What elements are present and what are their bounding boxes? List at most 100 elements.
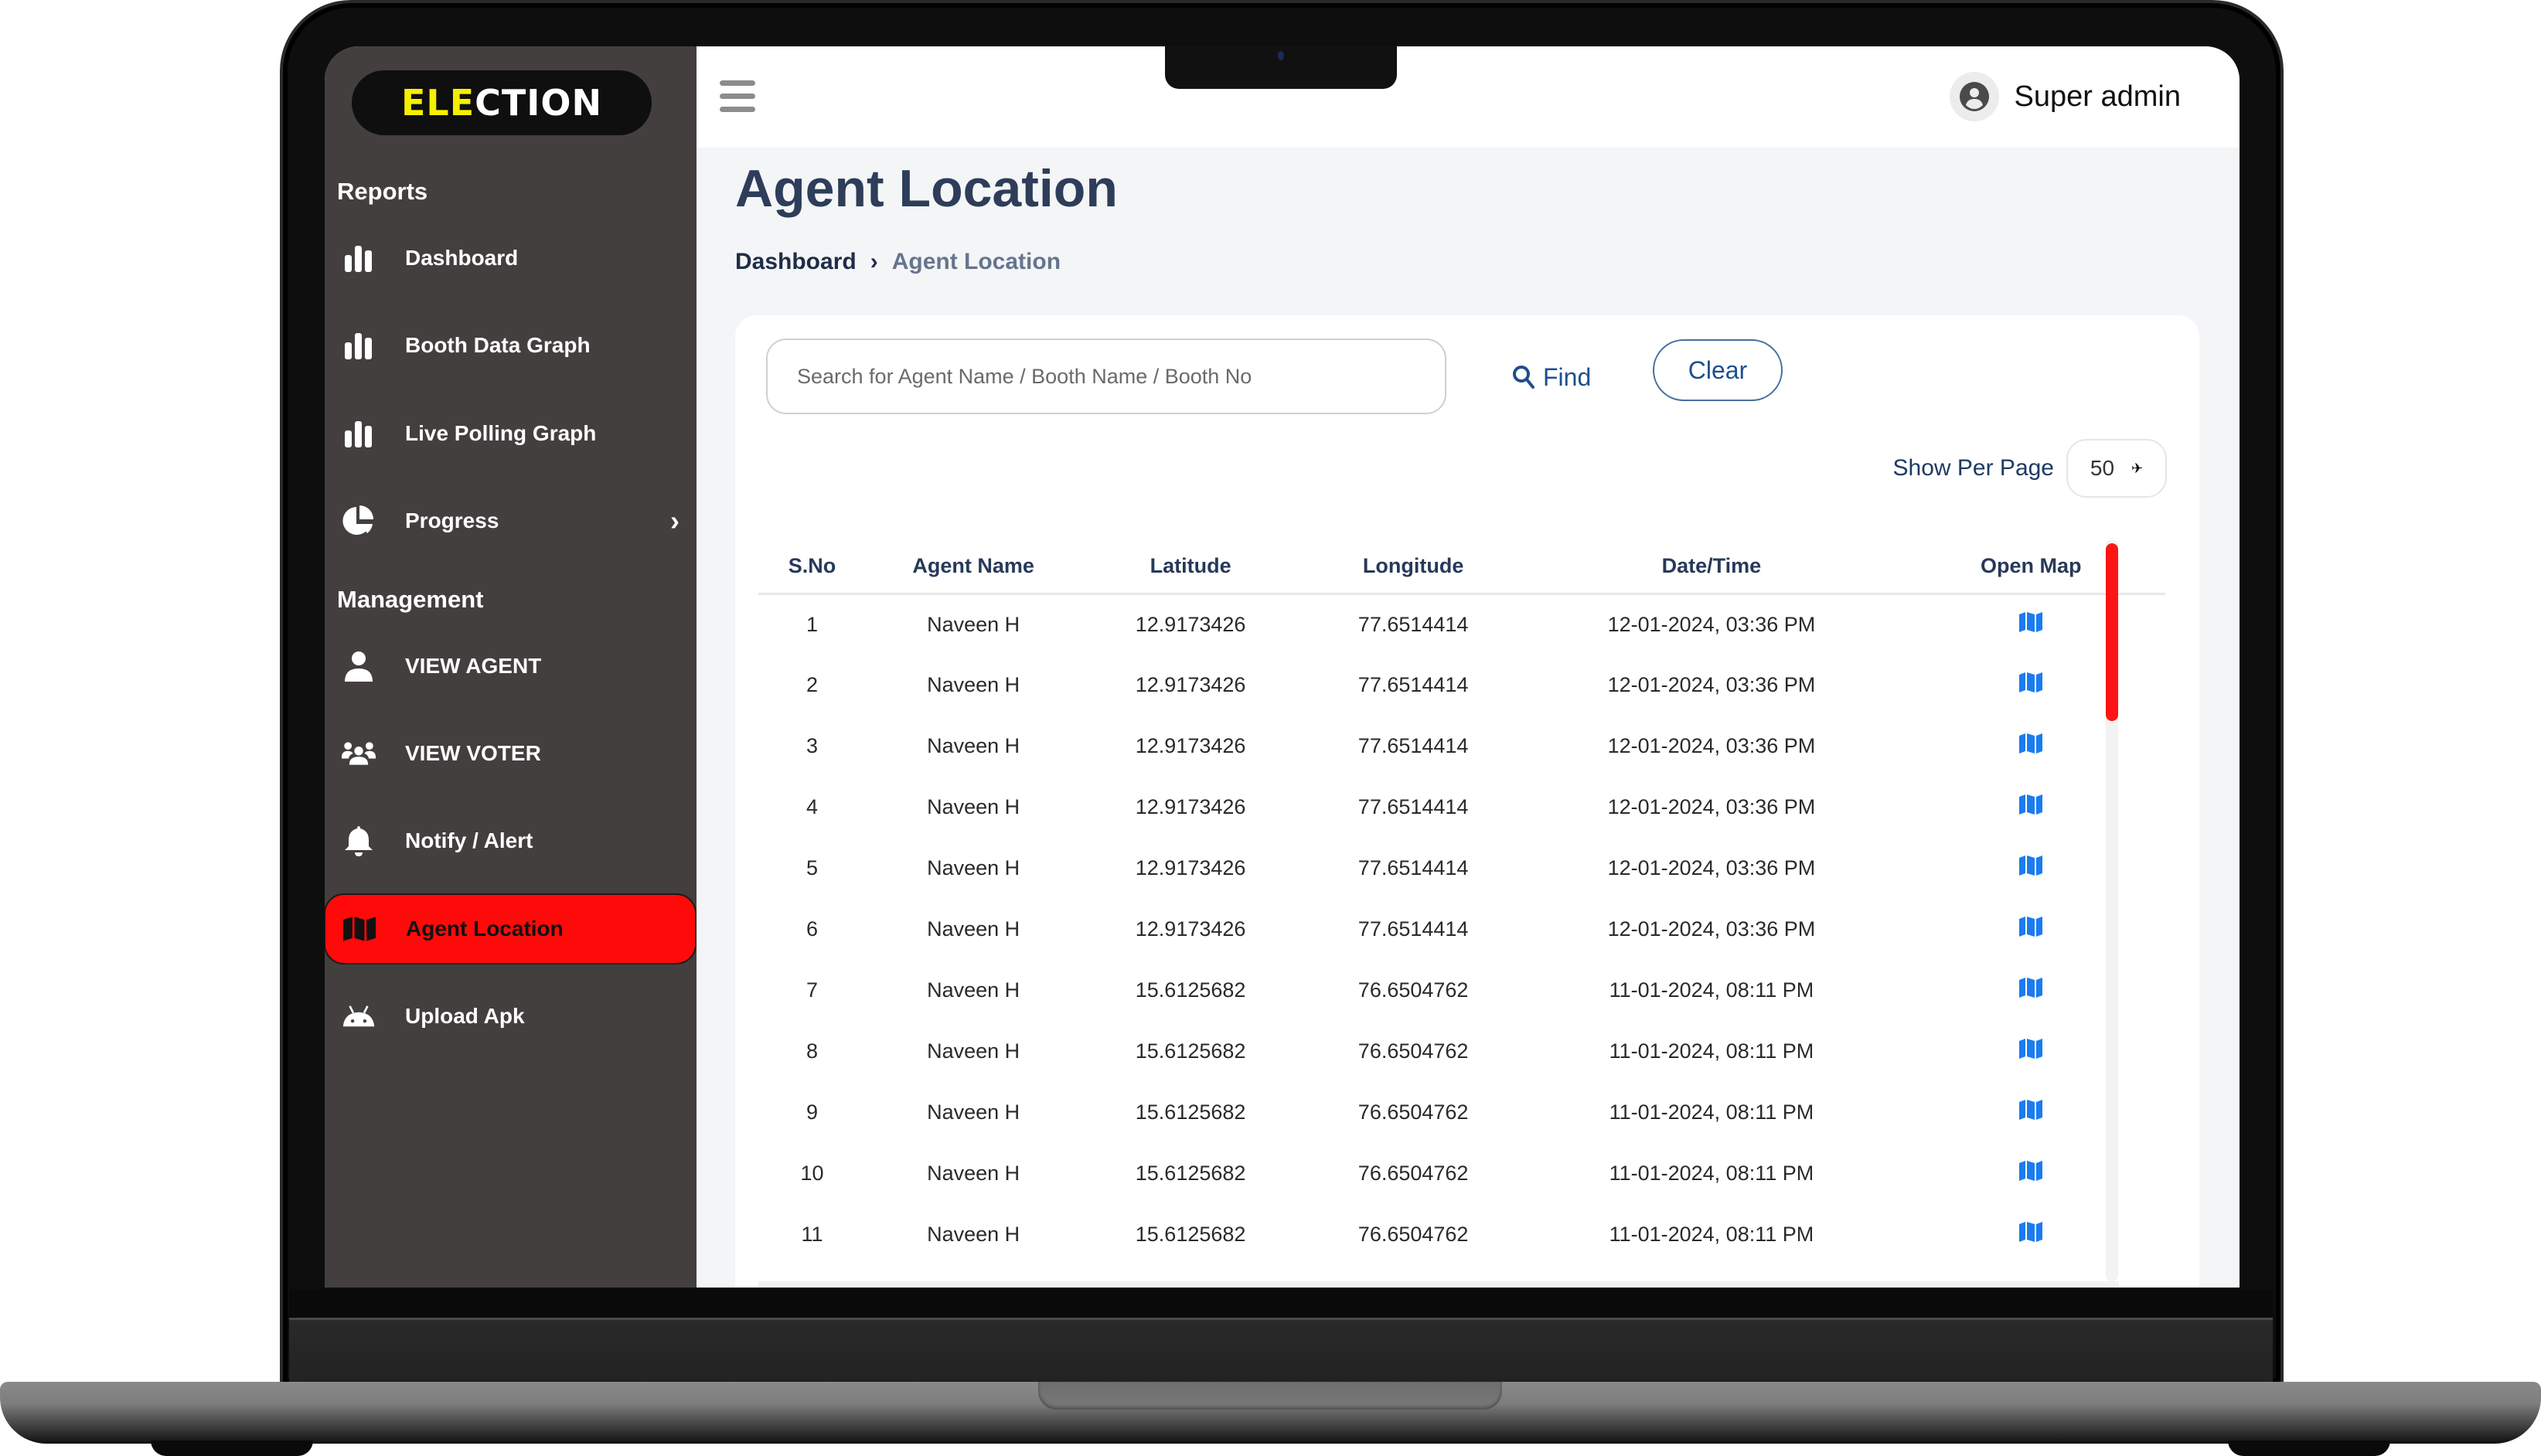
sidebar-item-live-polling-graph[interactable]: Live Polling Graph	[325, 398, 697, 469]
table-row: 2 Naveen H 12.9173426 77.6514414 12-01-2…	[758, 655, 2165, 716]
cell-sno: 1	[806, 612, 818, 636]
bar-chart-icon	[342, 328, 376, 362]
map-icon	[2019, 856, 2043, 876]
cell-agent-name: Naveen H	[927, 734, 1020, 757]
map-icon	[2019, 917, 2043, 937]
open-map-button[interactable]	[2018, 733, 2043, 759]
hamburger-line	[720, 107, 755, 112]
cell-longitude: 77.6514414	[1357, 612, 1469, 636]
map-icon	[2019, 1161, 2043, 1182]
sidebar-item-label: Live Polling Graph	[405, 421, 597, 445]
cell-agent-name: Naveen H	[927, 1223, 1020, 1246]
cell-latitude: 15.6125682	[1135, 978, 1246, 1002]
cell-longitude: 76.6504762	[1357, 1039, 1469, 1063]
brand-logo[interactable]: ELE CTION	[352, 70, 652, 135]
cell-datetime: 12-01-2024, 03:36 PM	[1607, 734, 1816, 757]
column-header-longitude[interactable]: Longitude	[1299, 539, 1527, 595]
breadcrumb-dashboard-link[interactable]: Dashboard	[735, 249, 857, 275]
map-icon	[2019, 978, 2043, 998]
open-map-button[interactable]	[2018, 611, 2043, 638]
section-title-management: Management	[337, 586, 484, 613]
column-header-datetime[interactable]: Date/Time	[1526, 539, 1897, 595]
chevron-right-icon: ›	[670, 505, 680, 536]
open-map-button[interactable]	[2018, 1100, 2043, 1125]
sidebar-item-notify-alert[interactable]: Notify / Alert	[325, 805, 697, 876]
column-header-agent-name[interactable]: Agent Name	[865, 539, 1081, 595]
column-header-latitude[interactable]: Latitude	[1081, 539, 1300, 595]
cell-latitude: 12.9173426	[1135, 612, 1246, 636]
cell-agent-name: Naveen H	[927, 1101, 1020, 1124]
sidebar-item-view-voter[interactable]: VIEW VOTER	[325, 718, 697, 789]
horizontal-scrollbar[interactable]	[758, 1281, 2119, 1288]
table-row: 3 Naveen H 12.9173426 77.6514414 12-01-2…	[758, 716, 2165, 777]
map-icon	[2019, 1039, 2043, 1060]
search-input[interactable]	[766, 338, 1446, 414]
cell-datetime: 12-01-2024, 03:36 PM	[1607, 612, 1816, 636]
sidebar-item-agent-location[interactable]: Agent Location	[325, 893, 697, 964]
sidebar-item-dashboard[interactable]: Dashboard	[325, 223, 697, 294]
agent-location-card: Find Clear Show Per Page 50 ✈ S.No Agent…	[735, 315, 2199, 1288]
open-map-button[interactable]	[2018, 794, 2043, 820]
vertical-scrollbar-thumb[interactable]	[2106, 543, 2118, 721]
open-map-button[interactable]	[2018, 1222, 2043, 1247]
page-title: Agent Location	[735, 159, 1118, 218]
table-body: 1 Naveen H 12.9173426 77.6514414 12-01-2…	[758, 594, 2165, 1265]
camera-icon	[1278, 51, 1284, 60]
hamburger-line	[720, 80, 755, 86]
cell-sno: 11	[801, 1223, 823, 1246]
column-header-sno[interactable]: S.No	[758, 539, 866, 595]
cell-longitude: 77.6514414	[1357, 917, 1469, 941]
open-map-button[interactable]	[2018, 1161, 2043, 1186]
open-map-button[interactable]	[2018, 978, 2043, 1003]
cell-agent-name: Naveen H	[927, 978, 1020, 1002]
cell-open-map	[1896, 1082, 2165, 1143]
cell-longitude: 77.6514414	[1357, 673, 1469, 696]
cell-agent-name: Naveen H	[927, 1162, 1020, 1185]
table-row: 5 Naveen H 12.9173426 77.6514414 12-01-2…	[758, 838, 2165, 899]
user-menu[interactable]: Super admin	[1949, 70, 2181, 124]
table-row: 6 Naveen H 12.9173426 77.6514414 12-01-2…	[758, 899, 2165, 960]
sidebar-item-label: Booth Data Graph	[405, 333, 591, 357]
cell-open-map	[1896, 1021, 2165, 1082]
screen: ELE CTION Reports Dashboard Booth Data Gr…	[325, 46, 2240, 1288]
cell-datetime: 12-01-2024, 03:36 PM	[1607, 673, 1816, 696]
menu-toggle-button[interactable]	[720, 80, 757, 114]
sidebar-item-progress[interactable]: Progress ›	[325, 485, 697, 556]
cell-datetime: 12-01-2024, 03:36 PM	[1607, 856, 1816, 879]
cell-sno: 10	[800, 1162, 824, 1185]
cell-datetime: 11-01-2024, 08:11 PM	[1609, 1101, 1814, 1124]
sidebar-item-upload-apk[interactable]: Upload Apk	[325, 981, 697, 1052]
android-icon	[342, 999, 376, 1033]
breadcrumb-current: Agent Location	[891, 249, 1061, 274]
open-map-button[interactable]	[2018, 856, 2043, 881]
map-icon	[2019, 1100, 2043, 1121]
sidebar-item-label: VIEW AGENT	[405, 654, 542, 678]
open-map-button[interactable]	[2018, 672, 2043, 698]
sidebar-item-label: Notify / Alert	[405, 828, 533, 852]
table-row: 4 Naveen H 12.9173426 77.6514414 12-01-2…	[758, 777, 2165, 838]
cell-latitude: 15.6125682	[1135, 1162, 1246, 1185]
cell-sno: 9	[806, 1101, 818, 1124]
top-header: Super admin	[697, 46, 2240, 148]
laptop-foot-right	[2228, 1441, 2390, 1456]
cell-datetime: 11-01-2024, 08:11 PM	[1609, 1223, 1814, 1246]
table-row: 7 Naveen H 15.6125682 76.6504762 11-01-2…	[758, 960, 2165, 1021]
section-title-reports: Reports	[337, 178, 428, 205]
find-button-label: Find	[1543, 362, 1592, 391]
cell-longitude: 76.6504762	[1357, 1101, 1469, 1124]
cell-open-map	[1896, 594, 2165, 655]
user-circle-icon	[1949, 72, 1999, 121]
open-map-button[interactable]	[2018, 1039, 2043, 1064]
bar-chart-icon	[342, 417, 376, 451]
find-button[interactable]: Find	[1512, 354, 1591, 400]
cell-latitude: 12.9173426	[1135, 856, 1246, 879]
open-map-button[interactable]	[2018, 917, 2043, 942]
clear-button[interactable]: Clear	[1653, 339, 1783, 401]
sidebar-item-booth-data-graph[interactable]: Booth Data Graph	[325, 310, 697, 381]
bell-icon	[342, 824, 376, 858]
cell-open-map	[1896, 1204, 2165, 1265]
cell-sno: 2	[806, 673, 818, 696]
cell-sno: 4	[806, 795, 818, 818]
sidebar-item-view-agent[interactable]: VIEW AGENT	[325, 631, 697, 702]
per-page-select[interactable]: 50 ✈	[2066, 439, 2167, 498]
